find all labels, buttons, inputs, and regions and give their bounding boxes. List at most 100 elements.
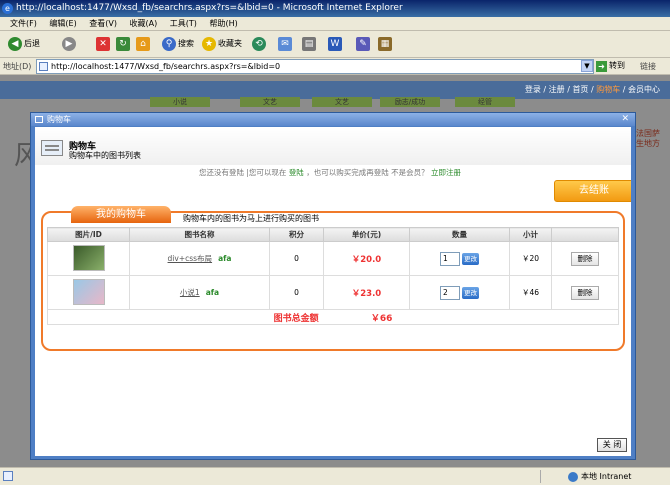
delete-button[interactable]: 删除 xyxy=(571,251,599,266)
toolbar: ◀ 后退 ▶ ✕ ↻ ⌂ ⚲ 搜索 ★ 收藏夹 ⟲ ✉ ▤ W ✎ ▦ xyxy=(0,31,670,58)
back-button[interactable]: ◀ 后退 xyxy=(8,35,40,53)
discuss-button[interactable]: ✎ xyxy=(356,35,372,53)
history-icon: ⟲ xyxy=(252,37,266,51)
menu-view[interactable]: 查看(V) xyxy=(89,17,117,31)
quantity-input[interactable]: 2 xyxy=(440,285,460,300)
cart-list-icon xyxy=(41,140,63,156)
book-author: afa xyxy=(205,288,220,297)
table-row: div+css布局 afa 0 ￥20.0 1 更改 ￥20 删除 xyxy=(47,241,619,276)
table-row: 小说1 afa 0 ￥23.0 2 更改 ￥46 删除 xyxy=(47,275,619,310)
discuss-icon: ✎ xyxy=(356,37,370,51)
address-label: 地址(D) xyxy=(3,62,32,71)
delete-button[interactable]: 删除 xyxy=(571,285,599,300)
checkout-button[interactable]: 去结账 xyxy=(554,180,631,202)
total-value: ￥66 xyxy=(370,313,393,324)
col-header: 图书名称 xyxy=(129,227,270,242)
quantity-input[interactable]: 1 xyxy=(440,251,460,266)
col-header: 单价(元) xyxy=(323,227,410,242)
address-input[interactable]: http://localhost:1477/Wxsd_fb/searchrs.a… xyxy=(36,59,594,74)
cart-panel-tab: 我的购物车 xyxy=(71,206,171,223)
close-icon[interactable]: ✕ xyxy=(621,113,629,126)
go-button[interactable]: ➜ 转到 xyxy=(596,59,625,73)
book-name-link[interactable]: div+css布局 xyxy=(168,254,213,263)
book-thumbnail[interactable] xyxy=(72,244,105,271)
col-header: 小计 xyxy=(509,227,552,242)
home-icon: ⌂ xyxy=(136,37,150,51)
bg-tab[interactable]: 文艺 xyxy=(312,97,372,107)
menu-favorites[interactable]: 收藏(A) xyxy=(130,17,158,31)
research-icon: ▦ xyxy=(378,37,392,51)
col-header: 图片/ID xyxy=(47,227,130,242)
login-link[interactable]: 登陆 xyxy=(289,168,304,177)
status-divider xyxy=(540,470,541,483)
menu-help[interactable]: 帮助(H) xyxy=(209,17,237,31)
dialog-title-bar: 购物车 ✕ xyxy=(31,113,635,126)
update-button[interactable]: 更改 xyxy=(462,252,479,265)
title-bar: e http://localhost:1477/Wxsd_fb/searchrs… xyxy=(0,0,670,17)
favorites-button[interactable]: ★ 收藏夹 xyxy=(202,35,242,53)
bg-tab[interactable]: 文艺 xyxy=(240,97,300,107)
price-cell: ￥20.0 xyxy=(351,254,382,265)
page-icon xyxy=(39,62,48,71)
dialog-title: 购物车 xyxy=(47,115,71,124)
subtotal-cell: ￥20 xyxy=(509,241,552,276)
window-title: http://localhost:1477/Wxsd_fb/searchrs.a… xyxy=(16,3,403,13)
stop-icon: ✕ xyxy=(96,37,110,51)
print-button[interactable]: ▤ xyxy=(302,35,318,53)
forward-button[interactable]: ▶ xyxy=(62,35,78,53)
mail-button[interactable]: ✉ xyxy=(278,35,294,53)
history-button[interactable]: ⟲ xyxy=(252,35,268,53)
menu-bar: 文件(F) 编辑(E) 查看(V) 收藏(A) 工具(T) 帮助(H) xyxy=(0,17,670,31)
intranet-icon xyxy=(568,471,578,482)
dialog-body: 购物车 购物车中的图书列表 您还没有登陆 |您可以现在 登陆 ，也可以购买完成再… xyxy=(35,127,631,456)
points-cell: 0 xyxy=(269,241,324,276)
word-icon: W xyxy=(328,37,342,51)
edit-button[interactable]: W xyxy=(328,35,344,53)
ie-logo-icon: e xyxy=(2,3,13,14)
home-button[interactable]: ⌂ xyxy=(136,35,152,53)
cart-dialog: 购物车 ✕ 购物车 购物车中的图书列表 您还没有登陆 |您可以现在 登陆 ，也可… xyxy=(30,112,636,460)
bg-nav-cart[interactable]: 购物车 xyxy=(596,85,620,94)
book-name-link[interactable]: 小说1 xyxy=(180,288,200,297)
cart-table: 图片/ID 图书名称 积分 单价(元) 数量 小计 div+css布局 afa 0… xyxy=(47,227,619,325)
search-button[interactable]: ⚲ 搜索 xyxy=(162,35,194,53)
register-link[interactable]: 立即注册 xyxy=(431,168,461,177)
bg-tab[interactable]: 经管 xyxy=(455,97,515,107)
bg-tab[interactable]: 励志/成功 xyxy=(380,97,440,107)
book-thumbnail[interactable] xyxy=(72,278,105,305)
bg-right-text: 法国萨 生地方 xyxy=(636,129,660,148)
col-header: 积分 xyxy=(269,227,324,242)
forward-arrow-icon: ▶ xyxy=(62,37,76,51)
subtotal-cell: ￥46 xyxy=(509,275,552,310)
star-icon: ★ xyxy=(202,37,216,51)
address-bar: 地址(D) http://localhost:1477/Wxsd_fb/sear… xyxy=(0,58,670,75)
go-arrow-icon: ➜ xyxy=(596,60,607,72)
cart-panel-note: 购物车内的图书为马上进行购买的图书 xyxy=(183,214,319,223)
close-dialog-button[interactable]: 关 闭 xyxy=(597,438,627,452)
address-dropdown-icon[interactable]: ▼ xyxy=(581,60,593,72)
bg-tab[interactable]: 小说 xyxy=(150,97,210,107)
col-header: 数量 xyxy=(409,227,510,242)
research-button[interactable]: ▦ xyxy=(378,35,394,53)
login-notice: 您还没有登陆 |您可以现在 登陆 ，也可以购买完成再登陆 不是会员？ 立即注册 xyxy=(199,168,461,177)
total-label: 图书总金额 xyxy=(273,313,319,324)
update-button[interactable]: 更改 xyxy=(462,286,479,299)
dialog-header: 购物车 购物车中的图书列表 xyxy=(35,127,631,165)
stop-button[interactable]: ✕ xyxy=(96,35,112,53)
bg-nav-member[interactable]: 会员中心 xyxy=(628,85,660,94)
header-subtitle: 购物车中的图书列表 xyxy=(69,151,141,160)
menu-edit[interactable]: 编辑(E) xyxy=(49,17,76,31)
bg-nav-home[interactable]: 首页 xyxy=(572,85,588,94)
col-header xyxy=(551,227,619,242)
security-zone: 本地 Intranet xyxy=(568,470,631,483)
links-button[interactable]: 链接 xyxy=(640,60,656,73)
search-icon: ⚲ xyxy=(162,37,176,51)
bg-nav-login[interactable]: 登录 xyxy=(525,85,541,94)
browser-window: e http://localhost:1477/Wxsd_fb/searchrs… xyxy=(0,0,670,485)
cart-panel: 我的购物车 购物车内的图书为马上进行购买的图书 图片/ID 图书名称 积分 单价… xyxy=(41,206,625,351)
refresh-button[interactable]: ↻ xyxy=(116,35,132,53)
menu-tools[interactable]: 工具(T) xyxy=(170,17,197,31)
bg-nav-register[interactable]: 注册 xyxy=(549,85,565,94)
menu-file[interactable]: 文件(F) xyxy=(10,17,37,31)
refresh-icon: ↻ xyxy=(116,37,130,51)
